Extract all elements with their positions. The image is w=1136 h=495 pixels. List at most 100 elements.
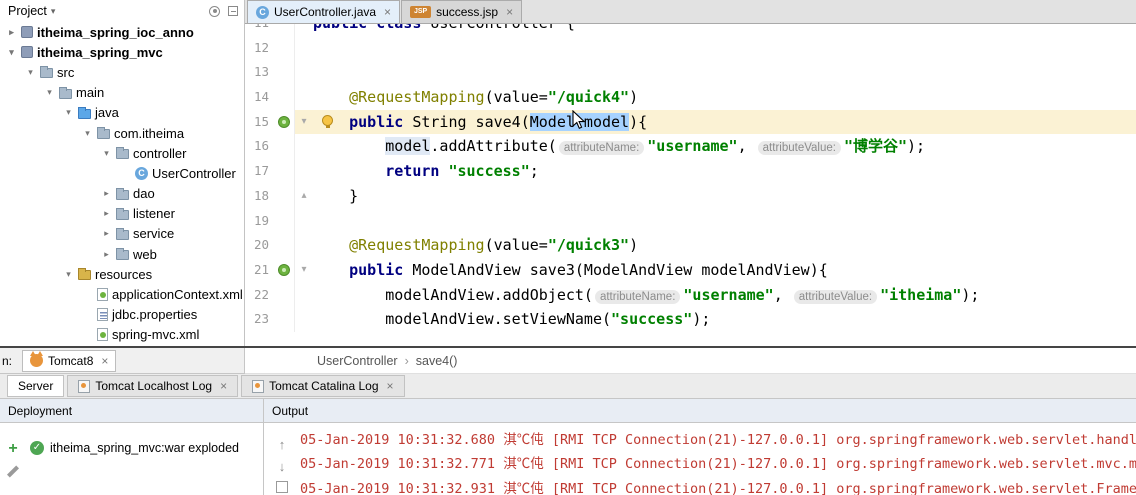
intention-bulb-icon[interactable]: [322, 114, 333, 129]
gutter-icon-slot: [275, 257, 295, 283]
line-number[interactable]: 14: [245, 85, 275, 110]
spring-bean-icon[interactable]: [278, 263, 290, 276]
project-view-selector[interactable]: Project ▾: [8, 4, 55, 18]
code-token: "itheima": [880, 285, 962, 304]
gear-icon[interactable]: [209, 5, 220, 17]
fold-end-icon[interactable]: ▴: [295, 184, 313, 209]
fold-start-icon[interactable]: ▾: [295, 258, 313, 283]
line-number[interactable]: 19: [245, 209, 275, 234]
tree-item-service[interactable]: ▸ service: [0, 224, 244, 244]
tree-item-main[interactable]: ▾ main: [0, 83, 244, 103]
resources-folder-icon: [78, 268, 91, 281]
chevron-right-icon[interactable]: ▸: [99, 249, 114, 260]
gutter-icon-slot: [275, 233, 295, 258]
run-config-label: Tomcat8: [48, 353, 94, 368]
line-number[interactable]: 12: [245, 36, 275, 61]
line-number[interactable]: 20: [245, 233, 275, 258]
mouse-cursor: [572, 110, 586, 130]
tree-item-java[interactable]: ▾ java: [0, 103, 244, 123]
spring-bean-icon[interactable]: [278, 115, 290, 128]
breadcrumb-item-class[interactable]: UserController: [317, 354, 398, 368]
code-line-17: 17 return "success";: [245, 159, 1136, 184]
spring-xml-icon: [97, 328, 108, 342]
line-number[interactable]: 23: [245, 307, 275, 332]
line-number[interactable]: 13: [245, 60, 275, 85]
chevron-right-icon[interactable]: ▸: [99, 188, 114, 199]
code-token: modelAndView.addObject(: [385, 285, 593, 304]
gutter-icon-slot: [275, 24, 295, 36]
chevron-down-icon[interactable]: ▾: [23, 67, 38, 78]
spring-xml-icon: [97, 288, 108, 302]
close-icon[interactable]: ×: [506, 5, 513, 19]
tree-item-com-itheima[interactable]: ▾ com.itheima: [0, 123, 244, 143]
chevron-right-icon[interactable]: ▸: [99, 228, 114, 239]
close-icon[interactable]: ×: [101, 354, 108, 368]
tree-item-src[interactable]: ▾ src: [0, 62, 244, 82]
tab-usercontroller-java[interactable]: C UserController.java ×: [247, 0, 401, 23]
tab-server[interactable]: Server: [7, 375, 65, 397]
deployment-item-label: itheima_spring_mvc:war exploded: [50, 441, 239, 455]
tree-item-controller[interactable]: ▾ controller: [0, 143, 244, 163]
code-token: public: [349, 260, 413, 279]
close-icon[interactable]: ×: [387, 379, 394, 393]
code-line-11: 11 public class UserController {: [245, 24, 1136, 36]
tree-item-web[interactable]: ▸ web: [0, 244, 244, 264]
collapse-all-icon[interactable]: [228, 6, 238, 16]
add-icon[interactable]: +: [8, 441, 17, 457]
line-number[interactable]: 21: [245, 258, 275, 283]
tree-item-jdbc-properties[interactable]: jdbc.properties: [0, 305, 244, 325]
soft-wrap-icon[interactable]: [276, 481, 288, 493]
chevron-down-icon[interactable]: ▾: [42, 87, 57, 98]
tree-item-itheima-spring-mvc[interactable]: ▾ itheima_spring_mvc: [0, 42, 244, 62]
up-arrow-icon[interactable]: ↑: [279, 437, 286, 452]
chevron-right-icon[interactable]: ▸: [4, 27, 19, 38]
tab-label: UserController.java: [274, 5, 377, 19]
chevron-down-icon[interactable]: ▾: [99, 148, 114, 159]
tab-success-jsp[interactable]: JSP success.jsp ×: [401, 0, 523, 23]
code-token: ): [629, 88, 639, 107]
line-number[interactable]: 17: [245, 159, 275, 184]
chevron-down-icon[interactable]: ▾: [61, 269, 76, 280]
close-icon[interactable]: ×: [384, 5, 391, 19]
project-panel-header: Project ▾: [0, 0, 244, 22]
edit-icon[interactable]: [6, 465, 20, 478]
chevron-down-icon[interactable]: ▾: [80, 128, 95, 139]
close-icon[interactable]: ×: [220, 379, 227, 393]
tree-item-usercontroller[interactable]: C UserController: [0, 163, 244, 183]
tree-item-applicationcontext-xml[interactable]: applicationContext.xml: [0, 284, 244, 304]
line-number[interactable]: 18: [245, 184, 275, 209]
tree-item-spring-mvc-xml[interactable]: spring-mvc.xml: [0, 325, 244, 345]
line-text: }: [313, 184, 1136, 209]
chevron-down-icon[interactable]: ▾: [4, 47, 19, 58]
chevron-down-icon[interactable]: ▾: [61, 107, 76, 118]
down-arrow-icon[interactable]: ↓: [279, 459, 286, 474]
tree-item-itheima-spring-ioc-anno[interactable]: ▸ itheima_spring_ioc_anno: [0, 22, 244, 42]
line-number[interactable]: 15: [245, 110, 275, 135]
tree-item-listener[interactable]: ▸ listener: [0, 204, 244, 224]
tree-item-dao[interactable]: ▸ dao: [0, 184, 244, 204]
line-number[interactable]: 11: [245, 24, 275, 36]
code-token: UserController {: [430, 24, 575, 32]
gutter-icon-slot: [275, 134, 295, 160]
code-editor[interactable]: 11 public class UserController {121314 @R…: [245, 24, 1136, 346]
run-config-tab-tomcat8[interactable]: Tomcat8 ×: [22, 349, 117, 372]
class-icon: C: [135, 166, 148, 180]
tree-item-resources[interactable]: ▾ resources: [0, 264, 244, 284]
code-token: "success": [611, 310, 693, 329]
tab-tomcat-catalina-log[interactable]: Tomcat Catalina Log ×: [241, 375, 405, 397]
code-line-12: 12: [245, 35, 1136, 61]
tree-item-label: spring-mvc.xml: [112, 327, 200, 343]
chevron-right-icon[interactable]: ▸: [99, 208, 114, 219]
breadcrumb-item-method[interactable]: save4(): [416, 354, 458, 368]
line-number[interactable]: 22: [245, 283, 275, 308]
deployment-column-header: Deployment: [8, 403, 73, 418]
fold-start-icon[interactable]: ▾: [295, 110, 313, 135]
tab-tomcat-localhost-log[interactable]: Tomcat Localhost Log ×: [67, 375, 239, 397]
line-number[interactable]: 16: [245, 134, 275, 159]
deployment-item[interactable]: ✓ itheima_spring_mvc:war exploded: [26, 441, 263, 455]
console-output[interactable]: 05-Jan-2019 10:31:32.680 淇℃伅 [RMI TCP Co…: [300, 423, 1136, 495]
